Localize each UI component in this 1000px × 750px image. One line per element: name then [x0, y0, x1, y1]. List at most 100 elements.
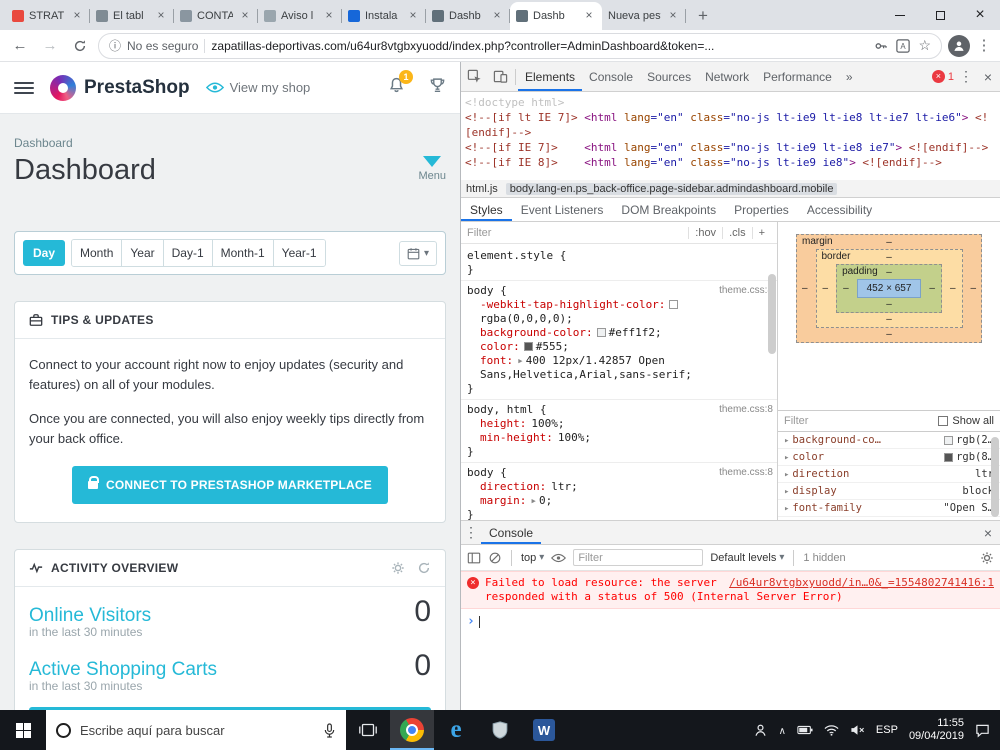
- view-my-shop-link[interactable]: View my shop: [206, 80, 311, 95]
- expand-arrow-icon[interactable]: [784, 468, 792, 480]
- translate-icon[interactable]: A: [896, 39, 910, 53]
- back-button[interactable]: ←: [8, 34, 32, 58]
- toggle-hover-state[interactable]: :hov: [688, 227, 722, 239]
- box-model-border[interactable]: border – – padding – – 45: [816, 249, 963, 328]
- range-month-button[interactable]: Month: [72, 240, 121, 266]
- error-source-link[interactable]: /u64ur8vtgbxyuodd/in…0&_=1554802741416:1: [729, 576, 994, 590]
- expand-arrow-icon[interactable]: [784, 502, 792, 514]
- devtools-close-icon[interactable]: [976, 69, 1000, 85]
- computed-property-row[interactable]: font-family"Open S…: [778, 500, 1000, 517]
- clear-console-button[interactable]: [488, 551, 502, 565]
- devtools-menu-icon[interactable]: [956, 68, 976, 85]
- browser-tab-3[interactable]: CONTA: [174, 2, 258, 30]
- show-all-toggle[interactable]: Show all: [938, 415, 994, 427]
- breadcrumb-body-selected[interactable]: body.lang-en.ps_back-office.page-sidebar…: [506, 183, 838, 195]
- console-prompt[interactable]: [461, 609, 1000, 634]
- maximize-button[interactable]: [920, 0, 960, 30]
- tab-close-icon[interactable]: [238, 9, 252, 23]
- breadcrumb-html[interactable]: html.js: [466, 183, 498, 195]
- margin-right-value[interactable]: –: [971, 282, 977, 295]
- color-swatch[interactable]: [597, 328, 606, 337]
- browser-tab-6[interactable]: Dashb: [426, 2, 510, 30]
- range-year-1-button[interactable]: Year-1: [273, 240, 325, 266]
- box-model-content[interactable]: 452 × 657: [857, 279, 922, 298]
- hamburger-menu-icon[interactable]: [14, 82, 34, 94]
- wifi-icon[interactable]: [824, 724, 839, 736]
- expand-arrow-icon[interactable]: [513, 354, 526, 367]
- tab-close-icon[interactable]: [490, 9, 504, 23]
- task-view-button[interactable]: [346, 710, 390, 750]
- error-counter[interactable]: 1: [930, 70, 956, 83]
- range-day-1-button[interactable]: Day-1: [163, 240, 212, 266]
- dom-node-comment[interactable]: <!--[if lt IE 7]> <html lang="en" class=…: [465, 110, 996, 140]
- console-settings-icon[interactable]: [980, 551, 994, 565]
- security-label[interactable]: No es seguro: [127, 39, 198, 53]
- device-toolbar-button[interactable]: [487, 62, 513, 91]
- stylesheet-link[interactable]: theme.css:8: [719, 284, 773, 298]
- close-window-button[interactable]: [960, 0, 1000, 30]
- border-bottom-value[interactable]: –: [886, 313, 892, 326]
- more-tabs-button[interactable]: »: [839, 62, 860, 91]
- stylesheet-link[interactable]: theme.css:8: [719, 466, 773, 480]
- devtools-tab-network[interactable]: Network: [698, 62, 756, 91]
- panel-settings-button[interactable]: [391, 561, 405, 575]
- color-swatch[interactable]: [669, 300, 678, 309]
- expand-arrow-icon[interactable]: [784, 434, 792, 446]
- bookmark-star-icon[interactable]: [918, 37, 931, 54]
- scrollbar-thumb[interactable]: [991, 437, 999, 517]
- computed-filter-input[interactable]: [784, 415, 932, 427]
- people-icon[interactable]: [753, 723, 768, 738]
- prestashop-logo[interactable]: PrestaShop: [50, 75, 190, 101]
- taskbar-clock[interactable]: 11:55 09/04/2019: [909, 717, 964, 743]
- minimize-button[interactable]: [880, 0, 920, 30]
- console-drawer-tab[interactable]: Console: [481, 521, 541, 544]
- taskbar-edge-button[interactable]: [434, 710, 478, 750]
- browser-tab-5[interactable]: Instala: [342, 2, 426, 30]
- battery-icon[interactable]: [797, 725, 813, 735]
- box-model-margin[interactable]: margin – – border – – padding: [796, 234, 982, 343]
- console-messages[interactable]: /u64ur8vtgbxyuodd/in…0&_=1554802741416:1…: [461, 571, 1000, 710]
- url-text[interactable]: zapatillas-deportivas.com/u64ur8vtgbxyuo…: [211, 39, 868, 53]
- devtools-tab-console[interactable]: Console: [582, 62, 640, 91]
- browser-tab-7-active[interactable]: Dashb: [510, 2, 602, 30]
- taskbar-word-button[interactable]: [522, 710, 566, 750]
- console-filter-input[interactable]: [573, 549, 703, 566]
- drawer-menu-icon[interactable]: [461, 524, 481, 541]
- css-rule-body-1[interactable]: theme.css:8 body { -webkit-tap-highlight…: [461, 281, 777, 400]
- computed-property-row[interactable]: directionltr: [778, 466, 1000, 483]
- taskbar-chrome-button[interactable]: [390, 710, 434, 750]
- tab-close-icon[interactable]: [154, 9, 168, 23]
- devtools-tab-elements[interactable]: Elements: [518, 62, 582, 91]
- taskbar-search-input[interactable]: [80, 723, 314, 738]
- devtools-tab-performance[interactable]: Performance: [756, 62, 839, 91]
- devtools-tab-sources[interactable]: Sources: [640, 62, 698, 91]
- connect-marketplace-button[interactable]: CONNECT TO PRESTASHOP MARKETPLACE: [72, 466, 388, 505]
- range-day-button[interactable]: Day: [23, 240, 65, 266]
- browser-profile-avatar[interactable]: [948, 35, 970, 57]
- dom-node-comment[interactable]: <!--[if IE 7]> <html lang="en" class="no…: [465, 140, 996, 155]
- menu-dropdown[interactable]: Menu: [418, 154, 446, 182]
- inspect-element-button[interactable]: [461, 62, 487, 91]
- browser-tab-4[interactable]: Aviso l: [258, 2, 342, 30]
- drawer-close-icon[interactable]: [976, 525, 1000, 541]
- start-button[interactable]: [0, 710, 46, 750]
- panel-refresh-button[interactable]: [417, 561, 431, 575]
- border-left-value[interactable]: –: [823, 282, 829, 295]
- margin-top-value[interactable]: –: [886, 236, 892, 249]
- browser-tab-2[interactable]: El tabl: [90, 2, 174, 30]
- tab-close-icon[interactable]: [70, 9, 84, 23]
- dom-node-comment[interactable]: <!--[if IE 8]> <html lang="en" class="no…: [465, 155, 996, 170]
- tab-close-icon[interactable]: [406, 9, 420, 23]
- toggle-classes[interactable]: .cls: [722, 227, 752, 239]
- tab-properties[interactable]: Properties: [725, 198, 798, 221]
- page-info-icon[interactable]: ⓘ: [109, 37, 121, 54]
- range-year-button[interactable]: Year: [121, 240, 162, 266]
- action-center-icon[interactable]: [975, 723, 990, 738]
- margin-bottom-value[interactable]: –: [886, 328, 892, 341]
- elements-tree[interactable]: <!doctype html><!--[if lt IE 7]> <html l…: [461, 92, 1000, 180]
- expand-arrow-icon[interactable]: [526, 494, 539, 507]
- border-top-value[interactable]: –: [886, 251, 892, 264]
- tab-dom-breakpoints[interactable]: DOM Breakpoints: [612, 198, 725, 221]
- execution-context-selector[interactable]: top: [521, 552, 544, 564]
- expand-arrow-icon[interactable]: [784, 451, 792, 463]
